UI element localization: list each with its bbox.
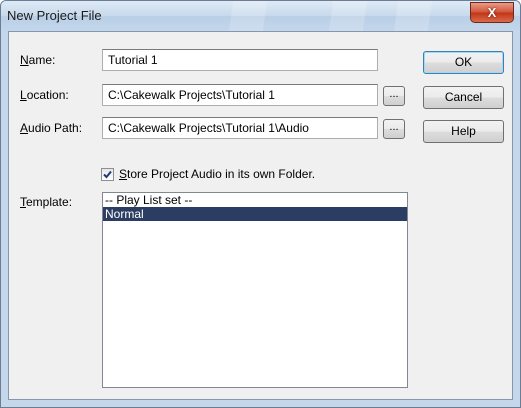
cancel-button[interactable]: Cancel <box>423 86 504 109</box>
new-project-dialog: New Project File X Name: Tutorial 1 Loca… <box>0 0 521 408</box>
audio-path-input[interactable]: C:\Cakewalk Projects\Tutorial 1\Audio <box>102 117 378 139</box>
dialog-client-area: Name: Tutorial 1 Location: C:\Cakewalk P… <box>8 31 513 400</box>
template-item-normal[interactable]: Normal <box>103 207 407 221</box>
store-audio-checkbox[interactable] <box>101 168 114 181</box>
checkmark-icon <box>103 170 112 179</box>
location-browse-button[interactable]: ... <box>383 86 405 106</box>
location-label: Location: <box>20 88 69 102</box>
template-item-play-list[interactable]: -- Play List set -- <box>103 193 407 207</box>
name-input[interactable]: Tutorial 1 <box>102 49 378 71</box>
title-bar[interactable]: New Project File X <box>1 1 520 31</box>
dialog-title: New Project File <box>7 8 102 23</box>
title-bar-glass <box>228 1 268 31</box>
close-button[interactable]: X <box>470 2 514 23</box>
template-listbox[interactable]: -- Play List set -- Normal <box>102 192 408 388</box>
audio-path-browse-button[interactable]: ... <box>383 119 405 139</box>
audio-path-label: Audio Path: <box>20 121 83 135</box>
template-label: Template: <box>20 195 73 209</box>
help-button[interactable]: Help <box>423 120 504 143</box>
close-icon: X <box>487 5 497 20</box>
title-bar-glass <box>328 1 368 31</box>
name-label: Name: <box>20 53 56 67</box>
location-input[interactable]: C:\Cakewalk Projects\Tutorial 1 <box>102 84 378 106</box>
ok-button[interactable]: OK <box>423 51 504 74</box>
store-audio-label[interactable]: Store Project Audio in its own Folder. <box>119 167 315 181</box>
title-bar-glass <box>393 1 433 31</box>
